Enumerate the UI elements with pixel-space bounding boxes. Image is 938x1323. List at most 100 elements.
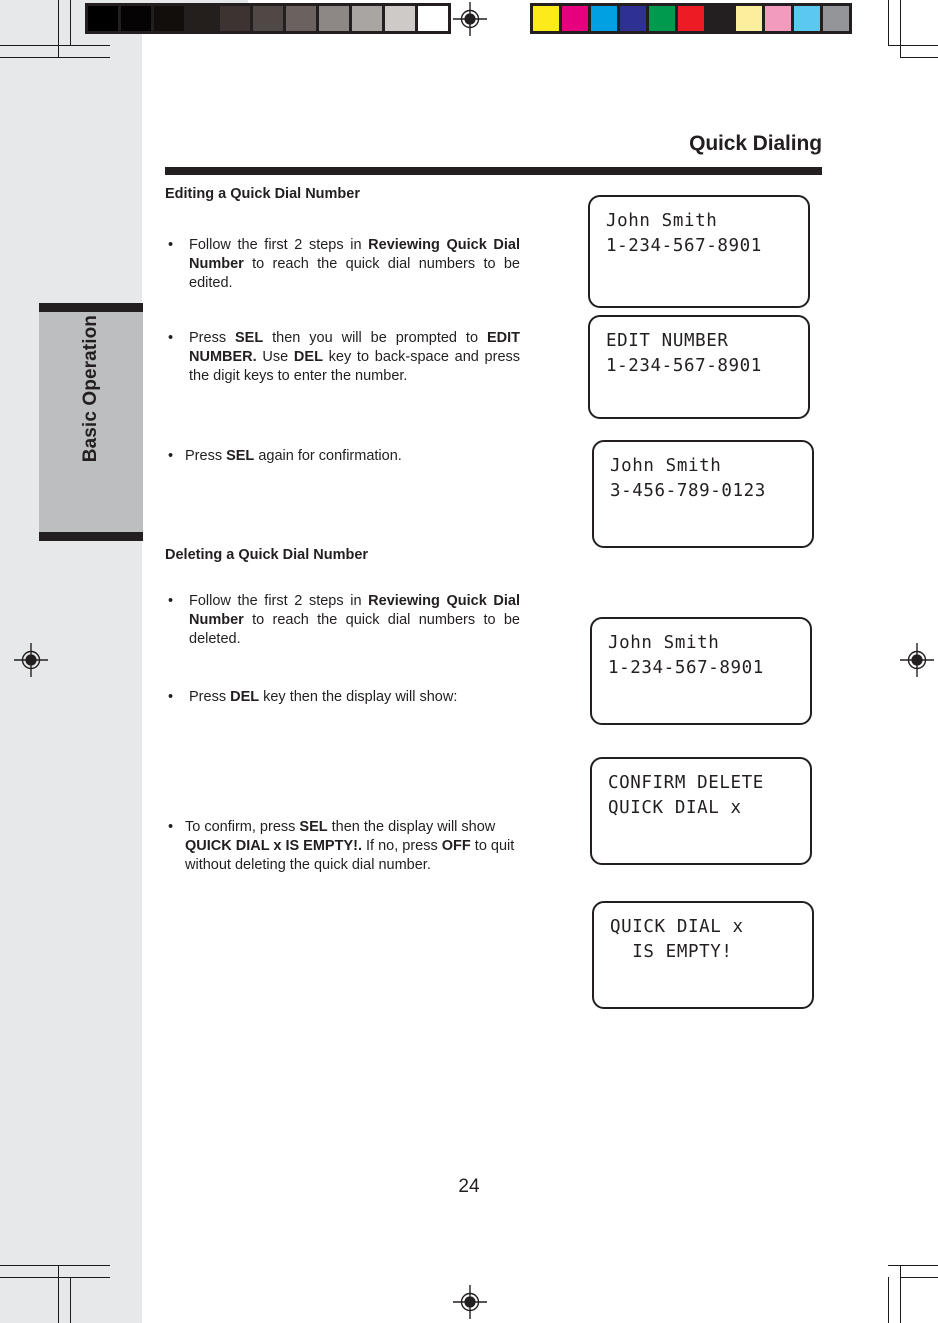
- color-patch: [707, 6, 733, 31]
- body-text: Press: [185, 447, 227, 464]
- color-patch: [533, 6, 559, 31]
- bullet-marker: •: [168, 330, 174, 347]
- body-text: To confirm, press: [185, 819, 300, 836]
- manual-page: Basic Operation Quick Dialing Editing a …: [0, 0, 938, 1323]
- body-text: Press: [189, 688, 231, 705]
- bullet-edit-step-3: • Press SEL again for confirmation.: [165, 447, 520, 466]
- body-text-column: Editing a Quick Dial Number • Follow the …: [165, 185, 520, 875]
- bullet-marker: •: [168, 688, 174, 705]
- lcd-line-1: John Smith: [610, 456, 722, 476]
- lcd-line-2: QUICK DIAL x: [608, 797, 742, 818]
- crop-mark: [888, 45, 938, 46]
- color-patch: [765, 6, 791, 31]
- page-number: 24: [458, 1176, 480, 1197]
- crop-mark: [888, 0, 889, 45]
- body-text: then the display will show: [327, 819, 496, 836]
- body-text: If no, press: [361, 838, 442, 855]
- crop-mark: [0, 45, 110, 46]
- chapter-thumb-tab: Basic Operation: [39, 303, 143, 541]
- bullet-marker: •: [168, 447, 174, 464]
- grayscale-patch: [187, 6, 217, 31]
- color-patch: [794, 6, 820, 31]
- lcd-line-2: IS EMPTY!: [610, 941, 733, 962]
- lcd-line-1: CONFIRM DELETE: [608, 773, 764, 793]
- crop-mark: [888, 1265, 938, 1266]
- crop-mark: [70, 0, 71, 45]
- grayscale-patch: [220, 6, 250, 31]
- lcd-display-contact-edited: John Smith 3-456-789-0123: [592, 440, 814, 548]
- crop-mark: [900, 57, 938, 58]
- body-text: Follow the first 2 steps in: [189, 236, 369, 253]
- body-text: then you will be prompted to: [263, 330, 487, 347]
- emphasis-text: DEL: [230, 688, 260, 705]
- grayscale-patch: [253, 6, 283, 31]
- section-heading-editing: Editing a Quick Dial Number: [165, 186, 360, 202]
- bullet-edit-step-2: • Press SEL then you will be prompted to …: [165, 329, 520, 386]
- color-patch: [678, 6, 704, 31]
- grayscale-patch: [319, 6, 349, 31]
- body-text: key then the display will show:: [259, 688, 458, 705]
- bullet-edit-step-1: • Follow the first 2 steps in Reviewing Q…: [165, 236, 520, 293]
- emphasis-text: OFF: [441, 838, 471, 855]
- color-patch: [736, 6, 762, 31]
- grayscale-patch: [88, 6, 118, 31]
- grayscale-patch: [385, 6, 415, 31]
- body-text: Follow the first 2 steps in: [189, 592, 369, 609]
- lcd-display-confirm-delete: CONFIRM DELETE QUICK DIAL x: [590, 757, 812, 865]
- page-title: Quick Dialing: [689, 132, 822, 155]
- body-text: Use: [256, 349, 294, 366]
- bullet-marker: •: [168, 592, 174, 609]
- crop-mark: [0, 1277, 110, 1278]
- lcd-display-contact-to-delete: John Smith 1-234-567-8901: [590, 617, 812, 725]
- grayscale-step-wedge: [85, 3, 451, 34]
- chapter-tab-label: Basic Operation: [80, 315, 101, 463]
- emphasis-text: SEL: [299, 819, 328, 836]
- registration-target-icon: [14, 643, 48, 677]
- body-text: again for confirmation.: [254, 447, 402, 464]
- lcd-line-2: 1-234-567-8901: [606, 235, 762, 256]
- emphasis-text: DEL: [293, 349, 323, 366]
- crop-mark: [0, 1265, 110, 1266]
- color-patch: [649, 6, 675, 31]
- section-heading-deleting: Deleting a Quick Dial Number: [165, 546, 369, 563]
- registration-target-icon: [453, 2, 487, 36]
- bullet-marker: •: [168, 819, 174, 836]
- grayscale-patch: [352, 6, 382, 31]
- lcd-line-2: 3-456-789-0123: [610, 480, 766, 501]
- registration-target-icon: [453, 1285, 487, 1319]
- color-patch: [620, 6, 646, 31]
- lcd-display-contact-original: John Smith 1-234-567-8901: [588, 195, 810, 308]
- lcd-line-1: EDIT NUMBER: [606, 331, 729, 351]
- crop-mark: [70, 1277, 71, 1323]
- crop-mark: [58, 1265, 59, 1323]
- bullet-marker: •: [168, 236, 174, 253]
- lcd-line-2: 1-234-567-8901: [608, 657, 764, 678]
- grayscale-patch: [154, 6, 184, 31]
- emphasis-text: SEL: [226, 447, 255, 464]
- color-patch: [562, 6, 588, 31]
- color-patch: [591, 6, 617, 31]
- grayscale-patch: [286, 6, 316, 31]
- crop-mark: [900, 0, 901, 58]
- lcd-line-1: QUICK DIAL x: [610, 917, 744, 937]
- crop-mark: [900, 1277, 938, 1278]
- bullet-delete-step-2: • Press DEL key then the display will sho…: [165, 688, 520, 707]
- lcd-line-1: John Smith: [606, 211, 718, 231]
- bullet-delete-step-3: • To confirm, press SEL then the display …: [165, 818, 520, 875]
- header-rule: [165, 167, 822, 175]
- crop-mark: [900, 1265, 901, 1323]
- bullet-delete-step-1: • Follow the first 2 steps in Reviewing …: [165, 592, 520, 649]
- crop-mark: [58, 0, 59, 58]
- emphasis-text: SEL: [235, 330, 264, 347]
- color-patch: [823, 6, 849, 31]
- emphasis-text: QUICK DIAL x IS EMPTY!.: [185, 838, 362, 855]
- grayscale-patch: [121, 6, 151, 31]
- body-text: Press: [189, 330, 235, 347]
- crop-mark: [0, 57, 110, 58]
- registration-target-icon: [900, 643, 934, 677]
- lcd-display-edit-number: EDIT NUMBER 1-234-567-8901: [588, 315, 810, 419]
- color-control-bar: [530, 3, 852, 34]
- crop-mark: [888, 1277, 889, 1323]
- lcd-line-2: 1-234-567-8901: [606, 355, 762, 376]
- grayscale-patch: [418, 6, 448, 31]
